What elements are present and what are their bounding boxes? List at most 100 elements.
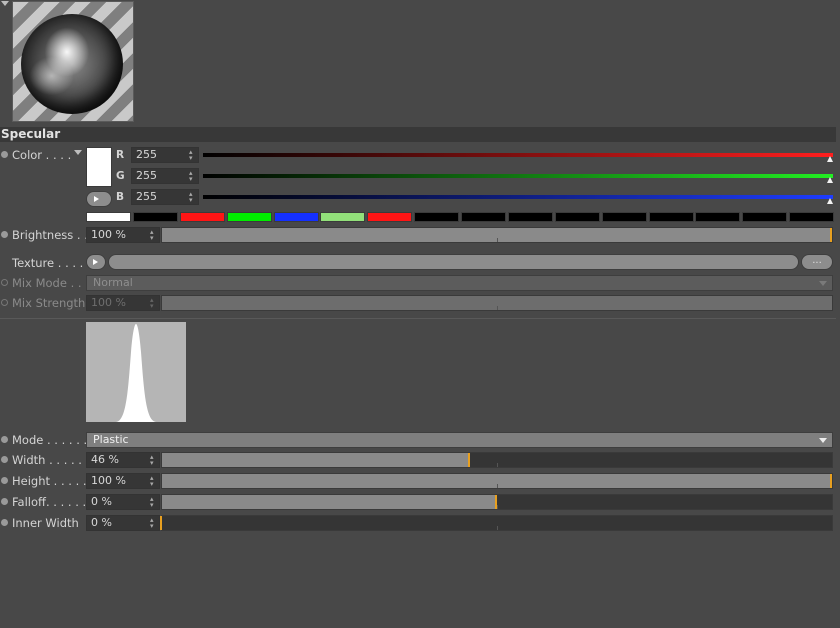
channel-slider-b[interactable] xyxy=(203,195,833,199)
mix-strength-value: 100 % xyxy=(91,296,126,309)
color-preset-swatch[interactable] xyxy=(789,212,834,222)
channel-spinner-icon[interactable]: ▴ ▾ xyxy=(189,191,195,204)
channel-spinner-icon[interactable]: ▴ ▾ xyxy=(189,149,195,162)
panel-menu-arrow-icon[interactable] xyxy=(1,1,9,6)
inner-width-value: 0 % xyxy=(91,516,112,529)
channel-slider-handle-icon[interactable] xyxy=(827,156,833,162)
color-expand-button[interactable] xyxy=(86,191,112,207)
mode-keyframe-dot[interactable] xyxy=(1,436,8,443)
texture-menu-button[interactable] xyxy=(86,254,106,270)
inner-width-spinner-icon[interactable]: ▴ ▾ xyxy=(150,517,156,530)
height-value: 100 % xyxy=(91,474,126,487)
falloff-keyframe-dot[interactable] xyxy=(1,498,8,505)
color-preset-swatch[interactable] xyxy=(602,212,647,222)
brightness-value: 100 % xyxy=(91,228,126,241)
color-preset-swatch[interactable] xyxy=(367,212,412,222)
channel-field-b[interactable]: 255 ▴ ▾ xyxy=(131,189,199,205)
channel-field-g[interactable]: 255 ▴ ▾ xyxy=(131,168,199,184)
color-preset-swatch[interactable] xyxy=(649,212,694,222)
preview-sphere xyxy=(21,14,123,114)
channel-slider-r[interactable] xyxy=(203,153,833,157)
color-mode-dropdown-icon[interactable] xyxy=(74,150,82,155)
channel-field-r[interactable]: 255 ▴ ▾ xyxy=(131,147,199,163)
channel-spinner-icon[interactable]: ▴ ▾ xyxy=(189,170,195,183)
brightness-field[interactable]: 100 % ▴ ▾ xyxy=(86,227,160,243)
texture-field[interactable] xyxy=(108,254,799,270)
slider-center-tick xyxy=(497,463,498,467)
channel-label-g: G xyxy=(116,170,125,182)
mix-strength-keyframe-dot[interactable] xyxy=(1,299,8,306)
width-slider-handle[interactable] xyxy=(468,453,471,467)
falloff-spinner-icon[interactable]: ▴ ▾ xyxy=(150,496,156,509)
color-preset-swatch[interactable] xyxy=(227,212,272,222)
falloff-slider-handle[interactable] xyxy=(495,495,497,509)
color-preset-swatch[interactable] xyxy=(695,212,740,222)
inner-width-label: Inner Width xyxy=(12,516,79,530)
color-preset-swatch[interactable] xyxy=(320,212,365,222)
texture-menu-arrow-icon xyxy=(93,259,98,265)
chevron-down-icon xyxy=(819,438,827,443)
specular-curve-preview xyxy=(86,322,186,422)
section-divider xyxy=(0,318,836,319)
color-swatch[interactable] xyxy=(86,147,112,187)
channel-slider-handle-icon[interactable] xyxy=(827,177,833,183)
mix-strength-label: Mix Strength xyxy=(12,296,86,310)
inner-width-slider[interactable] xyxy=(160,515,833,531)
color-preset-swatch[interactable] xyxy=(555,212,600,222)
color-keyframe-dot[interactable] xyxy=(1,151,8,158)
falloff-field[interactable]: 0 % ▴ ▾ xyxy=(86,494,160,510)
width-keyframe-dot[interactable] xyxy=(1,456,8,463)
brightness-slider-handle[interactable] xyxy=(830,228,832,242)
slider-center-tick xyxy=(497,238,498,242)
channel-value: 255 xyxy=(136,169,157,182)
mix-strength-field[interactable]: 100 % ▴ ▾ xyxy=(86,295,160,311)
height-slider[interactable] xyxy=(161,473,833,489)
width-spinner-icon[interactable]: ▴ ▾ xyxy=(150,454,156,467)
mix-mode-dropdown[interactable]: Normal xyxy=(86,275,833,291)
height-slider-handle[interactable] xyxy=(830,474,832,488)
width-field[interactable]: 46 % ▴ ▾ xyxy=(86,452,160,468)
height-field[interactable]: 100 % ▴ ▾ xyxy=(86,473,160,489)
mode-label-row: Mode . . . . . . xyxy=(1,432,87,448)
color-preset-swatch[interactable] xyxy=(461,212,506,222)
mode-dropdown[interactable]: Plastic xyxy=(86,432,833,448)
section-title: Specular xyxy=(0,127,836,142)
color-preset-swatch[interactable] xyxy=(414,212,459,222)
color-label: Color . . . . xyxy=(12,148,72,162)
chevron-down-icon xyxy=(819,281,827,286)
channel-label-b: B xyxy=(116,191,125,203)
inner-width-field[interactable]: 0 % ▴ ▾ xyxy=(86,515,160,531)
texture-browse-button[interactable]: ... xyxy=(801,254,833,270)
color-preset-swatch[interactable] xyxy=(742,212,787,222)
brightness-slider[interactable] xyxy=(161,227,833,243)
color-preset-swatch[interactable] xyxy=(86,212,131,222)
specular-curve-graph xyxy=(116,324,156,422)
width-slider[interactable] xyxy=(161,452,833,468)
width-slider-fill xyxy=(162,453,471,467)
falloff-slider-fill xyxy=(162,495,497,509)
inner-width-keyframe-dot[interactable] xyxy=(1,519,8,526)
inner-width-slider-handle[interactable] xyxy=(160,516,162,530)
mix-strength-spinner-icon[interactable]: ▴ ▾ xyxy=(150,297,156,310)
height-spinner-icon[interactable]: ▴ ▾ xyxy=(150,475,156,488)
channel-slider-handle-icon[interactable] xyxy=(827,198,833,204)
brightness-spinner-icon[interactable]: ▴ ▾ xyxy=(150,229,156,242)
channel-value: 255 xyxy=(136,190,157,203)
color-preset-swatch[interactable] xyxy=(133,212,178,222)
mix-mode-value: Normal xyxy=(93,276,133,289)
mix-mode-keyframe-dot[interactable] xyxy=(1,279,8,286)
color-preset-swatch[interactable] xyxy=(508,212,553,222)
channel-slider-g[interactable] xyxy=(203,174,833,178)
falloff-label: Falloff. . . . . . xyxy=(12,495,87,509)
mix-strength-slider[interactable] xyxy=(161,295,833,311)
color-preset-swatch[interactable] xyxy=(274,212,319,222)
falloff-slider[interactable] xyxy=(161,494,833,510)
height-keyframe-dot[interactable] xyxy=(1,477,8,484)
brightness-keyframe-dot[interactable] xyxy=(1,231,8,238)
slider-center-tick xyxy=(497,526,498,530)
slider-center-tick xyxy=(497,505,498,509)
material-preview[interactable] xyxy=(12,1,134,122)
inner-width-label-row: Inner Width xyxy=(1,515,79,531)
color-preset-swatch[interactable] xyxy=(180,212,225,222)
height-label-row: Height . . . . . xyxy=(1,473,87,489)
